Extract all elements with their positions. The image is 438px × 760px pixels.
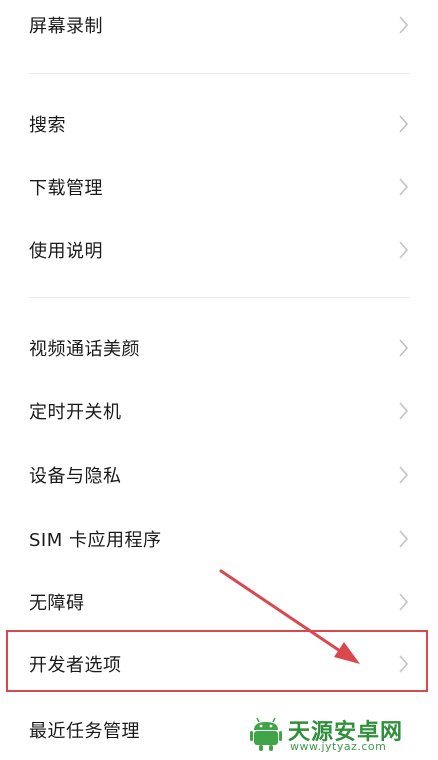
settings-item-video-call-beauty[interactable]: 视频通话美颜 xyxy=(0,318,438,378)
section-divider xyxy=(29,297,410,298)
settings-item-scheduled-power[interactable]: 定时开关机 xyxy=(0,381,438,441)
chevron-right-icon xyxy=(399,241,408,259)
chevron-right-icon xyxy=(399,178,408,196)
settings-item-search[interactable]: 搜索 xyxy=(0,94,438,154)
watermark-url: www.jytyaz.com xyxy=(290,740,387,753)
chevron-right-icon xyxy=(399,402,408,420)
settings-item-device-privacy[interactable]: 设备与隐私 xyxy=(0,445,438,505)
settings-item-label: 设备与隐私 xyxy=(29,466,122,487)
settings-item-label: 定时开关机 xyxy=(29,402,122,423)
settings-item-label: 最近任务管理 xyxy=(29,721,140,742)
settings-item-download-manager[interactable]: 下载管理 xyxy=(0,157,438,217)
settings-item-label: 视频通话美颜 xyxy=(29,339,140,360)
settings-item-screen-recording[interactable]: 屏幕录制 xyxy=(0,0,438,55)
highlight-box xyxy=(6,630,428,692)
settings-item-label: 使用说明 xyxy=(29,241,103,262)
chevron-right-icon xyxy=(399,339,408,357)
chevron-right-icon xyxy=(399,530,408,548)
chevron-right-icon xyxy=(399,593,408,611)
settings-item-user-guide[interactable]: 使用说明 xyxy=(0,220,438,280)
android-logo-icon xyxy=(250,717,282,751)
chevron-right-icon xyxy=(399,16,408,34)
settings-item-label: SIM 卡应用程序 xyxy=(29,530,162,551)
site-watermark: 天源安卓网 www.jytyaz.com xyxy=(240,712,438,755)
settings-item-sim-apps[interactable]: SIM 卡应用程序 xyxy=(0,509,438,569)
chevron-right-icon xyxy=(399,466,408,484)
settings-item-label: 无障碍 xyxy=(29,593,85,614)
chevron-right-icon xyxy=(399,115,408,133)
settings-item-accessibility[interactable]: 无障碍 xyxy=(0,572,438,632)
settings-item-label: 下载管理 xyxy=(29,178,103,199)
section-divider xyxy=(29,73,410,74)
settings-item-label: 屏幕录制 xyxy=(29,16,103,37)
settings-item-label: 搜索 xyxy=(29,115,66,136)
